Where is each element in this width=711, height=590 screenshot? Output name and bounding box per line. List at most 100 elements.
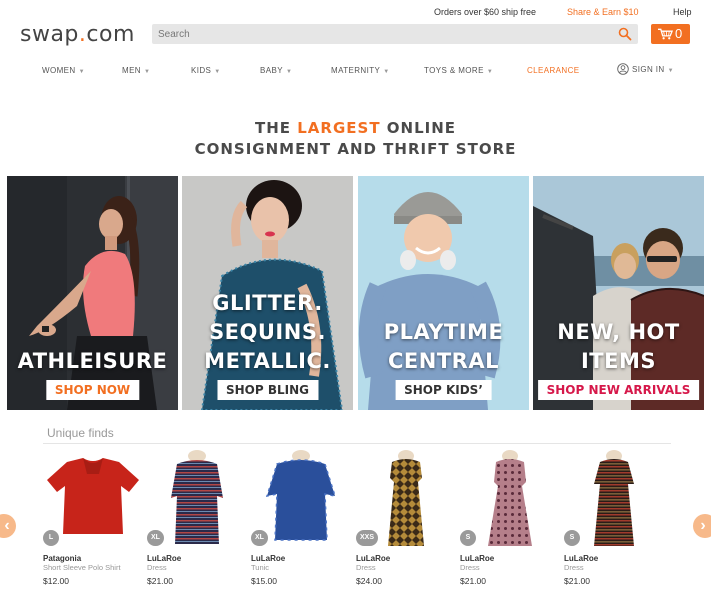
nav-label: TOYS & MORE <box>424 66 484 75</box>
chevron-down-icon: ▼ <box>486 69 494 75</box>
product-card[interactable]: S LuLaRoe Dress $21.00 <box>564 448 664 588</box>
product-brand: LuLaRoe <box>564 554 599 563</box>
banner-title-line: NEW, HOT <box>557 320 680 344</box>
banner-title-line: ATHLEISURE <box>17 349 168 373</box>
cart-count: 0 <box>675 26 683 41</box>
search-input[interactable] <box>158 27 608 41</box>
nav-item-kids[interactable]: KIDS ▼ <box>191 66 221 75</box>
product-brand: LuLaRoe <box>356 554 391 563</box>
chevron-down-icon: ▼ <box>78 69 85 75</box>
nav-label: MEN <box>122 66 141 75</box>
nav-item-baby[interactable]: BABY ▼ <box>260 66 292 75</box>
help-link[interactable]: Help <box>673 7 692 17</box>
product-card[interactable]: XXS LuLaRoe Dress $24.00 <box>356 448 456 588</box>
shop-new-arrivals-button[interactable]: SHOP NEW ARRIVALS <box>537 380 700 400</box>
nav-label: SIGN IN <box>632 65 665 74</box>
nav-item-sign-in[interactable]: SIGN IN ▼ <box>617 63 674 75</box>
product-type: Dress <box>147 563 167 572</box>
shop-kids-button[interactable]: SHOP KIDS’ <box>395 380 492 400</box>
shopping-cart-icon <box>658 28 673 40</box>
hero-headline: THE LARGEST ONLINE CONSIGNMENT AND THRIF… <box>0 118 711 160</box>
product-type: Dress <box>356 563 376 572</box>
nav-label: WOMEN <box>42 66 76 75</box>
product-price: $15.00 <box>251 576 277 586</box>
size-badge: XL <box>251 530 268 546</box>
product-type: Dress <box>564 563 584 572</box>
nav-item-maternity[interactable]: MATERNITY ▼ <box>331 66 390 75</box>
share-earn-link[interactable]: Share & Earn $10 <box>567 7 639 17</box>
product-card[interactable]: XL LuLaRoe Tunic $15.00 <box>251 448 351 588</box>
unique-finds-title: Unique finds <box>47 426 114 440</box>
banner-playtime[interactable]: PLAYTIME CENTRAL SHOP KIDS’ <box>358 176 529 410</box>
site-logo[interactable]: swap.com <box>20 22 135 47</box>
nav-item-clearance[interactable]: CLEARANCE <box>527 66 580 75</box>
banner-glitter[interactable]: GLITTER. SEQUINS. METALLIC. SHOP BLING <box>182 176 353 410</box>
size-badge: XXS <box>356 530 379 546</box>
search-bar <box>152 24 638 44</box>
user-icon <box>617 63 629 75</box>
nav-item-toys[interactable]: TOYS & MORE ▼ <box>424 66 493 75</box>
nav-label: CLEARANCE <box>527 66 580 75</box>
product-type: Short Sleeve Polo Shirt <box>43 563 121 572</box>
banner-title-line: ITEMS <box>580 349 656 373</box>
chevron-down-icon: ▼ <box>285 69 293 75</box>
product-image <box>488 450 532 546</box>
banner-title: GLITTER. SEQUINS. METALLIC. <box>182 289 353 376</box>
banner-title-line: METALLIC. <box>204 349 331 373</box>
banner-title: PLAYTIME CENTRAL <box>358 318 529 376</box>
headline-highlight: LARGEST <box>297 119 381 137</box>
chevron-down-icon: ▼ <box>667 68 674 74</box>
search-icon[interactable] <box>618 27 632 41</box>
banner-title-line: GLITTER. <box>212 291 323 315</box>
nav-label: BABY <box>260 66 283 75</box>
nav-label: MATERNITY <box>331 66 381 75</box>
shop-bling-button[interactable]: SHOP BLING <box>216 380 319 400</box>
product-card[interactable]: L Patagonia Short Sleeve Polo Shirt $12.… <box>43 448 143 588</box>
headline-text: THE <box>254 119 298 137</box>
nav-item-women[interactable]: WOMEN ▼ <box>42 66 85 75</box>
banner-new-hot-items[interactable]: NEW, HOT ITEMS SHOP NEW ARRIVALS <box>533 176 704 410</box>
product-image <box>47 458 139 534</box>
banner-title: NEW, HOT ITEMS <box>533 318 704 376</box>
product-price: $24.00 <box>356 576 382 586</box>
product-card[interactable]: S LuLaRoe Dress $21.00 <box>460 448 560 588</box>
banner-title-line: PLAYTIME <box>383 320 504 344</box>
main-nav: WOMEN ▼ MEN ▼ KIDS ▼ BABY ▼ MATERNITY ▼ TOYS … <box>0 63 711 78</box>
divider <box>43 443 671 444</box>
chevron-down-icon: ▼ <box>143 69 151 75</box>
banner-title-line: CENTRAL <box>388 349 499 373</box>
product-price: $21.00 <box>147 576 173 586</box>
product-brand: Patagonia <box>43 554 82 563</box>
size-badge: L <box>43 530 59 546</box>
banner-athleisure[interactable]: ATHLEISURE SHOP NOW <box>7 176 178 410</box>
chevron-left-icon: ‹ <box>4 517 10 534</box>
logo-text-left: swap <box>20 22 79 47</box>
banner-title-line: SEQUINS. <box>209 320 326 344</box>
carousel-next-button[interactable]: › <box>693 514 711 538</box>
banner-title: ATHLEISURE <box>7 347 178 376</box>
shop-now-button[interactable]: SHOP NOW <box>45 380 140 400</box>
headline-text: ONLINE <box>380 119 457 137</box>
size-badge: S <box>564 530 580 546</box>
product-card[interactable]: XL LuLaRoe Dress $21.00 <box>147 448 247 588</box>
nav-label: KIDS <box>191 66 212 75</box>
headline-line-2: CONSIGNMENT AND THRIFT STORE <box>194 140 517 158</box>
size-badge: XL <box>147 530 164 546</box>
cart-button[interactable]: 0 <box>651 24 690 44</box>
product-price: $21.00 <box>564 576 590 586</box>
chevron-down-icon: ▼ <box>214 69 221 75</box>
chevron-down-icon: ▼ <box>383 69 390 75</box>
carousel-prev-button[interactable]: ‹ <box>0 514 16 538</box>
nav-item-men[interactable]: MEN ▼ <box>122 66 150 75</box>
logo-text-right: com <box>86 22 135 47</box>
product-type: Dress <box>460 563 480 572</box>
utility-bar: Orders over $60 ship free Share & Earn $… <box>0 0 711 24</box>
product-brand: LuLaRoe <box>251 554 286 563</box>
product-image <box>594 450 634 546</box>
product-type: Tunic <box>251 563 270 572</box>
chevron-right-icon: › <box>700 517 706 534</box>
product-price: $21.00 <box>460 576 486 586</box>
size-badge: S <box>460 530 476 546</box>
product-price: $12.00 <box>43 576 69 586</box>
product-brand: LuLaRoe <box>460 554 495 563</box>
